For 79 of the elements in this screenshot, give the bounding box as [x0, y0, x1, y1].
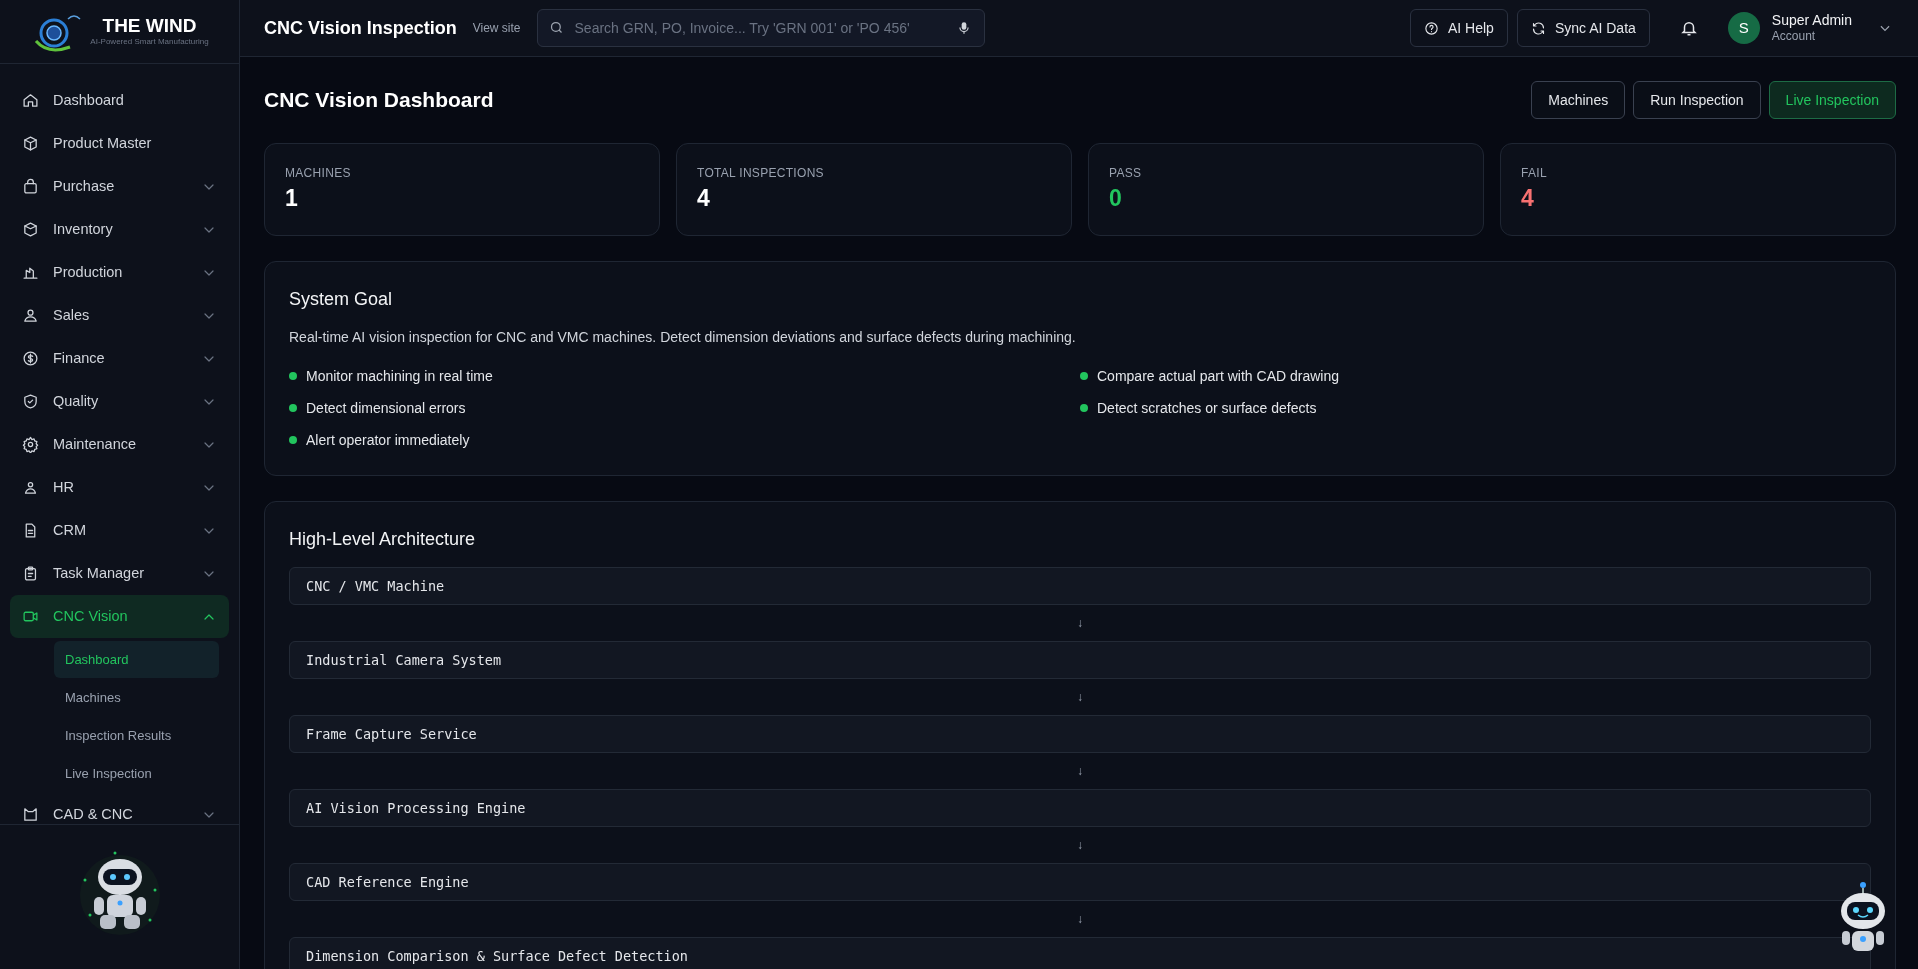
- bullet-icon: [1080, 404, 1088, 412]
- sidebar-item[interactable]: CRM: [10, 509, 229, 552]
- sidebar-item[interactable]: Inventory: [10, 208, 229, 251]
- home-icon: [22, 92, 39, 109]
- card-title: High-Level Architecture: [289, 528, 477, 551]
- submenu-item[interactable]: Machines: [54, 679, 219, 716]
- stat-value: 4: [697, 184, 710, 213]
- sidebar-item[interactable]: Dashboard: [10, 79, 229, 122]
- architecture-step: CNC / VMC Machine: [289, 567, 1871, 605]
- sidebar-item[interactable]: Finance: [10, 337, 229, 380]
- architecture-step: Frame Capture Service: [289, 715, 1871, 753]
- architecture-step: AI Vision Processing Engine: [289, 789, 1871, 827]
- view-site-link[interactable]: View site: [472, 19, 521, 37]
- stat-label: TOTAL INSPECTIONS: [697, 165, 824, 182]
- flow-arrow: ↓: [1077, 763, 1083, 780]
- brand-name: THE WIND: [102, 16, 197, 35]
- flow-arrow: ↓: [1077, 837, 1083, 854]
- bullet-icon: [1080, 372, 1088, 380]
- submenu-item[interactable]: Inspection Results: [54, 717, 219, 754]
- stat-value: 0: [1109, 184, 1122, 213]
- sidebar-item[interactable]: Purchase: [10, 165, 229, 208]
- app-title: CNC Vision Inspection: [264, 16, 457, 40]
- header-button[interactable]: AI Help: [1409, 9, 1508, 47]
- sidebar-item[interactable]: CAD & CNC: [10, 793, 229, 824]
- flow-arrow: ↓: [1077, 615, 1083, 632]
- goal-description: Real-time AI vision inspection for CNC and VMC machines. Detect dimension deviations and surface defects during machining.: [289, 328, 1077, 347]
- frame-icon: [22, 806, 39, 823]
- goal-point: Detect dimensional errors: [306, 398, 466, 418]
- cog-icon: [22, 436, 39, 453]
- action-button[interactable]: Run Inspection: [1633, 81, 1761, 119]
- stat-label: FAIL: [1521, 165, 1547, 182]
- action-button[interactable]: Live Inspection: [1768, 81, 1896, 119]
- people-icon: [22, 307, 39, 324]
- dollar-icon: [22, 350, 39, 367]
- goal-point: Compare actual part with CAD drawing: [1097, 366, 1339, 386]
- submenu-item[interactable]: Live Inspection: [54, 755, 219, 792]
- submenu-item[interactable]: Dashboard: [54, 641, 219, 678]
- goal-point: Monitor machining in real time: [306, 366, 493, 386]
- search-field[interactable]: Search GRN, PO, Invoice... Try 'GRN 001' or 'PO 456': [536, 9, 985, 47]
- box-icon: [22, 221, 39, 238]
- stat-value: 4: [1521, 184, 1534, 213]
- bullet-icon: [289, 436, 297, 444]
- stat-value: 1: [285, 184, 298, 213]
- card-title: System Goal: [289, 288, 394, 311]
- sidebar-item[interactable]: Production: [10, 251, 229, 294]
- page-title: CNC Vision Dashboard: [264, 87, 494, 114]
- bullet-icon: [289, 404, 297, 412]
- cube-icon: [22, 135, 39, 152]
- flow-arrow: ↓: [1077, 911, 1083, 928]
- sidebar-item[interactable]: Task Manager: [10, 552, 229, 595]
- sidebar-item[interactable]: Quality: [10, 380, 229, 423]
- clipboard-icon: [22, 565, 39, 582]
- search-icon: [548, 20, 564, 35]
- sidebar-item[interactable]: Maintenance: [10, 423, 229, 466]
- sidebar-item[interactable]: CNC Vision: [10, 595, 229, 638]
- sidebar-item[interactable]: Sales: [10, 294, 229, 337]
- goal-point: Detect scratches or surface defects: [1097, 398, 1317, 418]
- sync-icon: [1530, 20, 1546, 36]
- brand-tagline: AI-Powered Smart Manufacturing: [90, 37, 209, 47]
- user-name: Super Admin: [1771, 11, 1852, 30]
- help-circle-icon: [1423, 20, 1439, 36]
- stat-label: PASS: [1109, 165, 1142, 182]
- architecture-step: Industrial Camera System: [289, 641, 1871, 679]
- sidebar-item[interactable]: Product Master: [10, 122, 229, 165]
- sidebar-item[interactable]: HR: [10, 466, 229, 509]
- goal-point: Alert operator immediately: [306, 430, 470, 450]
- flow-arrow: ↓: [1077, 689, 1083, 706]
- header-button[interactable]: Sync AI Data: [1516, 9, 1650, 47]
- notification-bell-icon[interactable]: [1679, 19, 1698, 37]
- bag-icon: [22, 178, 39, 195]
- microphone-icon[interactable]: [956, 21, 971, 35]
- architecture-step: Dimension Comparison & Surface Defect Detection: [289, 937, 1871, 969]
- architecture-step: CAD Reference Engine: [289, 863, 1871, 901]
- bullet-icon: [289, 372, 297, 380]
- shield-icon: [22, 393, 39, 410]
- user-avatar[interactable]: S: [1727, 12, 1760, 44]
- stat-label: MACHINES: [285, 165, 351, 182]
- user-role: Account: [1771, 29, 1817, 45]
- action-button[interactable]: Machines: [1531, 81, 1626, 119]
